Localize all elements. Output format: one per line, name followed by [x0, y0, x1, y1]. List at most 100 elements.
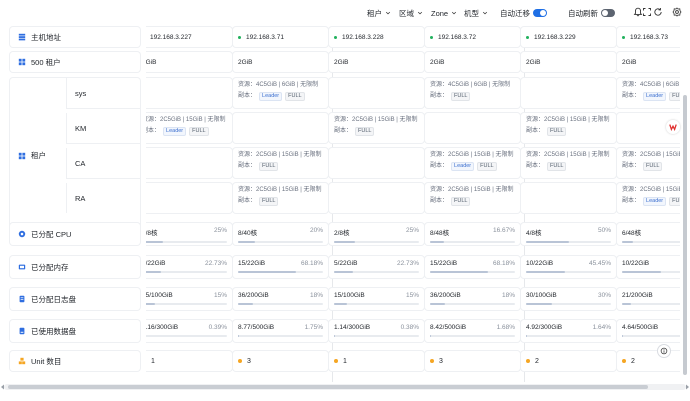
- tenant-count-text: 500 租户: [31, 57, 61, 67]
- scroll-left-icon[interactable]: [0, 384, 5, 390]
- progress-bar: [622, 241, 680, 243]
- resource-spec-text: 资源：2C5GiB | 15GiB | 无限制: [430, 187, 514, 193]
- role-badge: Leader: [259, 92, 283, 101]
- host-ip-cell[interactable]: 192.168.3.73: [617, 27, 680, 47]
- tenant-resource-cell[interactable]: 资源：4C5GiB | 6GiB | 无限制 副本： FULL: [425, 78, 520, 108]
- host-ip-cell[interactable]: 192.168.3.72: [425, 27, 520, 47]
- tenant-resource-cell[interactable]: [329, 78, 424, 108]
- tenant-resource-cell[interactable]: 资源：2C5GiB | 15GiB | 无限制副本：LeaderFULL: [425, 148, 520, 178]
- data-disk-label: 已使用数据盘: [10, 320, 140, 342]
- unit-count-value: 3: [439, 357, 443, 365]
- tenant-memory-cell: 2GiB: [146, 52, 232, 72]
- log-disk-usage-cell: 15/100GiB 15%: [146, 288, 232, 310]
- tenant-resource-cell[interactable]: [329, 183, 424, 213]
- tenant-text: 租户: [31, 151, 46, 160]
- tenant-resource-cell[interactable]: 资源：2C5GiB | 15GiB | 无限制副本：LeaderFULL: [617, 183, 680, 213]
- progress-fill: [430, 271, 488, 273]
- metric-percent: 25%: [405, 227, 419, 234]
- scroll-right-icon[interactable]: [685, 384, 690, 390]
- cpu-usage-cell: 2/8核 25%: [146, 223, 232, 245]
- data-disk-usage-cell: 1.14/300GiB 0.38%: [329, 320, 424, 342]
- role-badge: Leader: [643, 197, 667, 206]
- auto-refresh-control: 自动刷新: [568, 8, 615, 18]
- cpu-label: 已分配 CPU: [10, 223, 140, 245]
- progress-fill: [622, 241, 633, 243]
- vertical-scrollbar[interactable]: [683, 95, 687, 375]
- metric-percent: 16.67%: [492, 227, 515, 234]
- auto-migrate-toggle[interactable]: [533, 9, 547, 17]
- unit-dot: [430, 359, 434, 363]
- memory-usage-cell: 10/22GiB45.45%: [617, 256, 680, 278]
- tenant-resource-cell[interactable]: 资源：2C5GiB | 15GiB | 无限制副本：FULL: [329, 113, 424, 143]
- refresh-icon[interactable]: [653, 7, 663, 17]
- memory-label: 已分配内存: [10, 256, 140, 278]
- app-logo-icon[interactable]: [666, 120, 680, 134]
- host-ip-cell[interactable]: 192.168.3.227: [146, 27, 232, 47]
- unit-dot: [334, 359, 338, 363]
- status-dot: [622, 35, 625, 39]
- log-disk-usage-cell: 30/100GiB 30%: [521, 288, 616, 310]
- resource-spec-text: 资源：4C5GiB | 6GiB | 无限制: [238, 82, 319, 88]
- tenant-resource-cell[interactable]: [146, 148, 232, 178]
- auto-refresh-toggle[interactable]: [601, 9, 615, 17]
- auto-migrate-label: 自动迁移: [500, 8, 530, 18]
- cpu-icon: [18, 230, 26, 238]
- memory-usage-cell: 5/22GiB 22.73%: [329, 256, 424, 278]
- unit-count-value: 2: [631, 357, 635, 365]
- tenant-resource-cell[interactable]: [329, 148, 424, 178]
- tenant-resource-cell[interactable]: 资源：2C5GiB | 15GiB | 无限制副本：FULL: [233, 183, 328, 213]
- model-filter[interactable]: 机型: [464, 8, 488, 18]
- metric-value: 10/22GiB: [622, 260, 650, 267]
- replica-row: 副本： FULL: [238, 197, 323, 206]
- replica-label: 副本：: [526, 163, 545, 169]
- tenant-resource-cell[interactable]: 资源：2C5GiB | 15GiB | 无限制副本：LeaderFULL: [146, 113, 232, 143]
- tenant-resource-cell[interactable]: 资源：2C5GiB | 15GiB | 无限制副本：FULL: [617, 148, 680, 178]
- replica-label: 副本：: [334, 128, 353, 134]
- tenant-resource-cell[interactable]: 资源：2C5GiB | 15GiB | 无限制副本：FULL: [521, 148, 616, 178]
- settings-icon[interactable]: [672, 7, 682, 17]
- horizontal-scrollbar[interactable]: [8, 385, 648, 389]
- help-button[interactable]: [658, 345, 670, 357]
- host-ip-text: 192.168.3.72: [438, 33, 476, 41]
- metric-row: 10/22GiB45.45%: [622, 260, 680, 267]
- replica-row: 副本： FULL: [622, 162, 680, 171]
- tenant-resource-cell[interactable]: 资源：4C5GiB | 6GiB | 无限制副本：LeaderFULL: [233, 78, 328, 108]
- host-ip-cell[interactable]: 192.168.3.71: [233, 27, 328, 47]
- metric-row: 8.77/500GiB 1.75%: [238, 324, 323, 331]
- host-ip-cell[interactable]: 192.168.3.228: [329, 27, 424, 47]
- tenant-resource-cell[interactable]: 资源：2C5GiB | 15GiB | 无限制副本：FULL: [521, 113, 616, 143]
- host-ip-cell[interactable]: 192.168.3.229: [521, 27, 616, 47]
- tenant-resource-cell[interactable]: [521, 78, 616, 108]
- tenant-resource-cell[interactable]: 资源：2C5GiB | 15GiB | 无限制副本：FULL: [233, 148, 328, 178]
- metric-value: 5/22GiB: [146, 260, 166, 267]
- tenant-resource-cell[interactable]: [521, 183, 616, 213]
- progress-bar: [430, 271, 515, 273]
- progress-fill: [526, 241, 569, 243]
- grid-icon: [18, 152, 26, 159]
- metric-value: 36/200GiB: [238, 292, 269, 299]
- metric-percent: 68.18%: [492, 260, 515, 267]
- region-filter[interactable]: 区域: [399, 8, 423, 18]
- expand-icon[interactable]: [642, 7, 652, 17]
- chevron-down-icon: [417, 11, 423, 15]
- progress-bar: [146, 271, 227, 273]
- metric-value: 15/22GiB: [430, 260, 458, 267]
- tenant-filter[interactable]: 租户: [367, 8, 391, 18]
- tenant-resource-cell[interactable]: [233, 113, 328, 143]
- tenant-resource-cell[interactable]: 资源：4C5GiB | 6GiB | 无限制副本：LeaderFULL: [617, 78, 680, 108]
- tenant-resource-cell[interactable]: [425, 113, 520, 143]
- tenant-resource-cell[interactable]: 资源：2C5GiB | 15GiB | 无限制副本：FULL: [425, 183, 520, 213]
- tenant-resource-cell[interactable]: [146, 78, 232, 108]
- metric-row: 4.92/300GiB 1.64%: [526, 324, 611, 331]
- replica-label: 副本：: [430, 93, 449, 99]
- metric-value: 1.16/300GiB: [146, 324, 179, 331]
- metric-row: 8/40核 20%: [238, 227, 323, 237]
- unit-dot: [238, 359, 242, 363]
- tenant-memory-cell: 2GiB: [425, 52, 520, 72]
- divider: [66, 178, 140, 179]
- unit-count-cell: 1: [329, 351, 424, 371]
- logo-icon: [669, 124, 677, 131]
- tenant-resource-cell[interactable]: [146, 183, 232, 213]
- unit-count-value: 3: [247, 357, 251, 365]
- zone-filter[interactable]: Zone: [431, 8, 457, 18]
